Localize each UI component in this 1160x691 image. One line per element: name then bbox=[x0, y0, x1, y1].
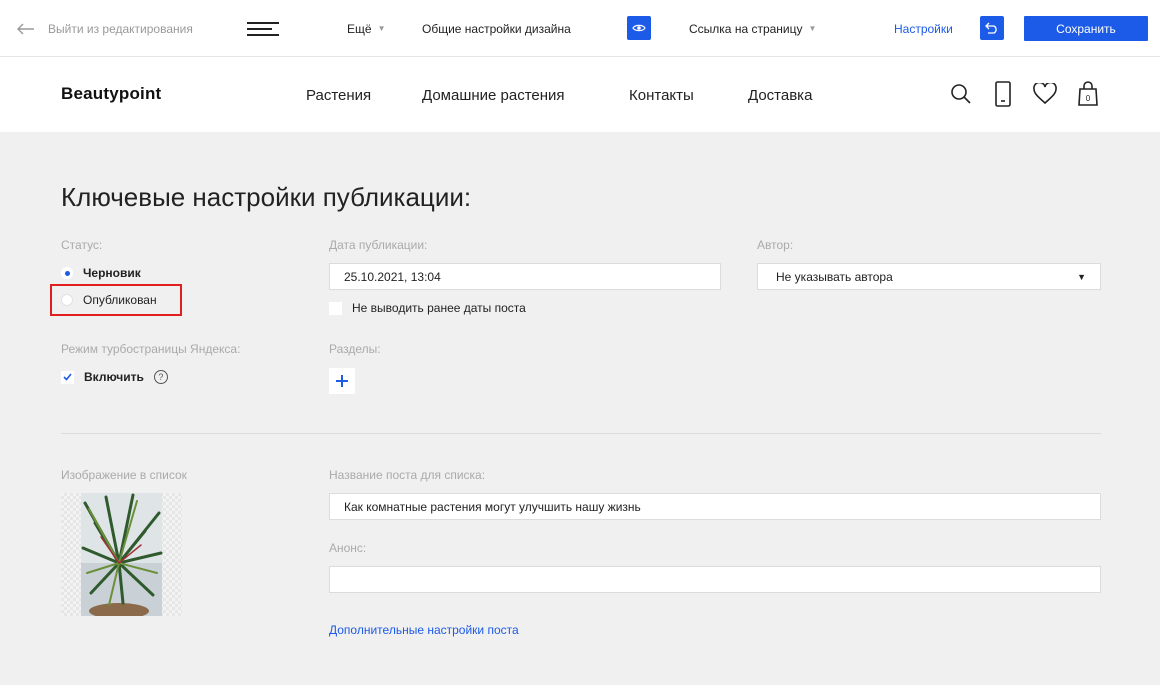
hide-before-date-checkbox[interactable] bbox=[329, 301, 342, 315]
plant-image bbox=[81, 493, 163, 616]
eye-icon bbox=[632, 24, 646, 32]
author-select[interactable]: Не указывать автора ▼ bbox=[757, 263, 1101, 290]
list-image-label: Изображение в список bbox=[61, 468, 187, 482]
author-value: Не указывать автора bbox=[776, 269, 893, 284]
status-option-label: Черновик bbox=[83, 266, 141, 280]
arrow-left-icon bbox=[17, 23, 34, 34]
highlight-frame bbox=[50, 284, 182, 316]
chevron-down-icon: ▼ bbox=[377, 24, 386, 33]
hide-before-date-label: Не выводить ранее даты поста bbox=[352, 301, 526, 315]
nav-item-plants[interactable]: Растения bbox=[306, 87, 371, 104]
menu-button[interactable] bbox=[247, 0, 279, 57]
status-label: Статус: bbox=[61, 238, 103, 252]
publish-date-input[interactable]: 25.10.2021, 13:04 bbox=[329, 263, 721, 290]
check-icon bbox=[63, 373, 72, 381]
more-dropdown[interactable]: Ещё ▼ bbox=[347, 0, 385, 57]
exit-editing-label: Выйти из редактирования bbox=[48, 21, 193, 36]
plus-icon bbox=[336, 375, 348, 387]
radio-selected[interactable] bbox=[61, 267, 73, 279]
turbo-enable-label: Включить bbox=[84, 370, 144, 384]
page-title: Ключевые настройки публикации: bbox=[61, 182, 472, 212]
extra-settings-link[interactable]: Дополнительные настройки поста bbox=[329, 623, 519, 637]
help-icon[interactable]: ? bbox=[153, 370, 168, 384]
save-button[interactable]: Сохранить bbox=[1024, 16, 1148, 41]
list-title-input[interactable]: Как комнатные растения могут улучшить на… bbox=[329, 493, 1101, 520]
author-label: Автор: bbox=[757, 238, 794, 252]
site-header: Beautypoint Растения Домашние растения К… bbox=[0, 57, 1160, 132]
list-image-thumbnail[interactable] bbox=[61, 493, 182, 616]
turbo-enable-checkbox[interactable] bbox=[61, 370, 74, 384]
add-section-button[interactable] bbox=[329, 368, 355, 394]
turbo-label: Режим турбостраницы Яндекса: bbox=[61, 342, 241, 356]
status-option-draft[interactable]: Черновик bbox=[61, 266, 141, 280]
site-logo[interactable]: Beautypoint bbox=[61, 84, 161, 104]
publication-settings: Ключевые настройки публикации: Статус: Ч… bbox=[0, 132, 1160, 685]
editor-toolbar: Выйти из редактирования Ещё ▼ Общие наст… bbox=[0, 0, 1160, 57]
list-title-value: Как комнатные растения могут улучшить на… bbox=[344, 499, 641, 514]
save-label: Сохранить bbox=[1056, 21, 1116, 36]
settings-label: Настройки bbox=[894, 21, 953, 36]
announce-label: Анонс: bbox=[329, 541, 367, 555]
undo-button[interactable] bbox=[980, 16, 1004, 40]
preview-button[interactable] bbox=[627, 16, 651, 40]
design-settings-button[interactable]: Общие настройки дизайна bbox=[422, 0, 571, 57]
settings-button[interactable]: Настройки bbox=[894, 0, 953, 57]
design-settings-label: Общие настройки дизайна bbox=[422, 21, 571, 36]
page-link-label: Ссылка на страницу bbox=[689, 21, 803, 36]
heart-icon[interactable] bbox=[1030, 79, 1060, 109]
announce-input[interactable] bbox=[329, 566, 1101, 593]
list-title-label: Название поста для списка: bbox=[329, 468, 486, 482]
more-label: Ещё bbox=[347, 21, 372, 36]
nav-item-delivery[interactable]: Доставка bbox=[748, 87, 812, 104]
hide-before-date-option[interactable]: Не выводить ранее даты поста bbox=[329, 301, 526, 315]
help-glyph: ? bbox=[158, 372, 164, 382]
undo-icon bbox=[985, 22, 997, 34]
shopping-bag-icon[interactable]: 0 bbox=[1073, 79, 1103, 109]
turbo-enable-option[interactable]: Включить ? bbox=[61, 370, 168, 384]
nav-item-house-plants[interactable]: Домашние растения bbox=[422, 87, 565, 104]
hamburger-icon bbox=[247, 21, 279, 36]
chevron-down-icon: ▼ bbox=[808, 24, 817, 33]
svg-text:0: 0 bbox=[1086, 94, 1091, 103]
publish-date-label: Дата публикации: bbox=[329, 238, 428, 252]
nav-item-contacts[interactable]: Контакты bbox=[629, 87, 694, 104]
chevron-down-icon: ▼ bbox=[1077, 272, 1086, 282]
page-link-dropdown[interactable]: Ссылка на страницу ▼ bbox=[689, 0, 816, 57]
exit-editing-button[interactable]: Выйти из редактирования bbox=[17, 0, 193, 57]
phone-icon[interactable] bbox=[988, 79, 1018, 109]
section-divider bbox=[61, 433, 1101, 434]
search-icon[interactable] bbox=[946, 79, 976, 109]
sections-label: Разделы: bbox=[329, 342, 381, 356]
publish-date-value: 25.10.2021, 13:04 bbox=[344, 269, 441, 284]
